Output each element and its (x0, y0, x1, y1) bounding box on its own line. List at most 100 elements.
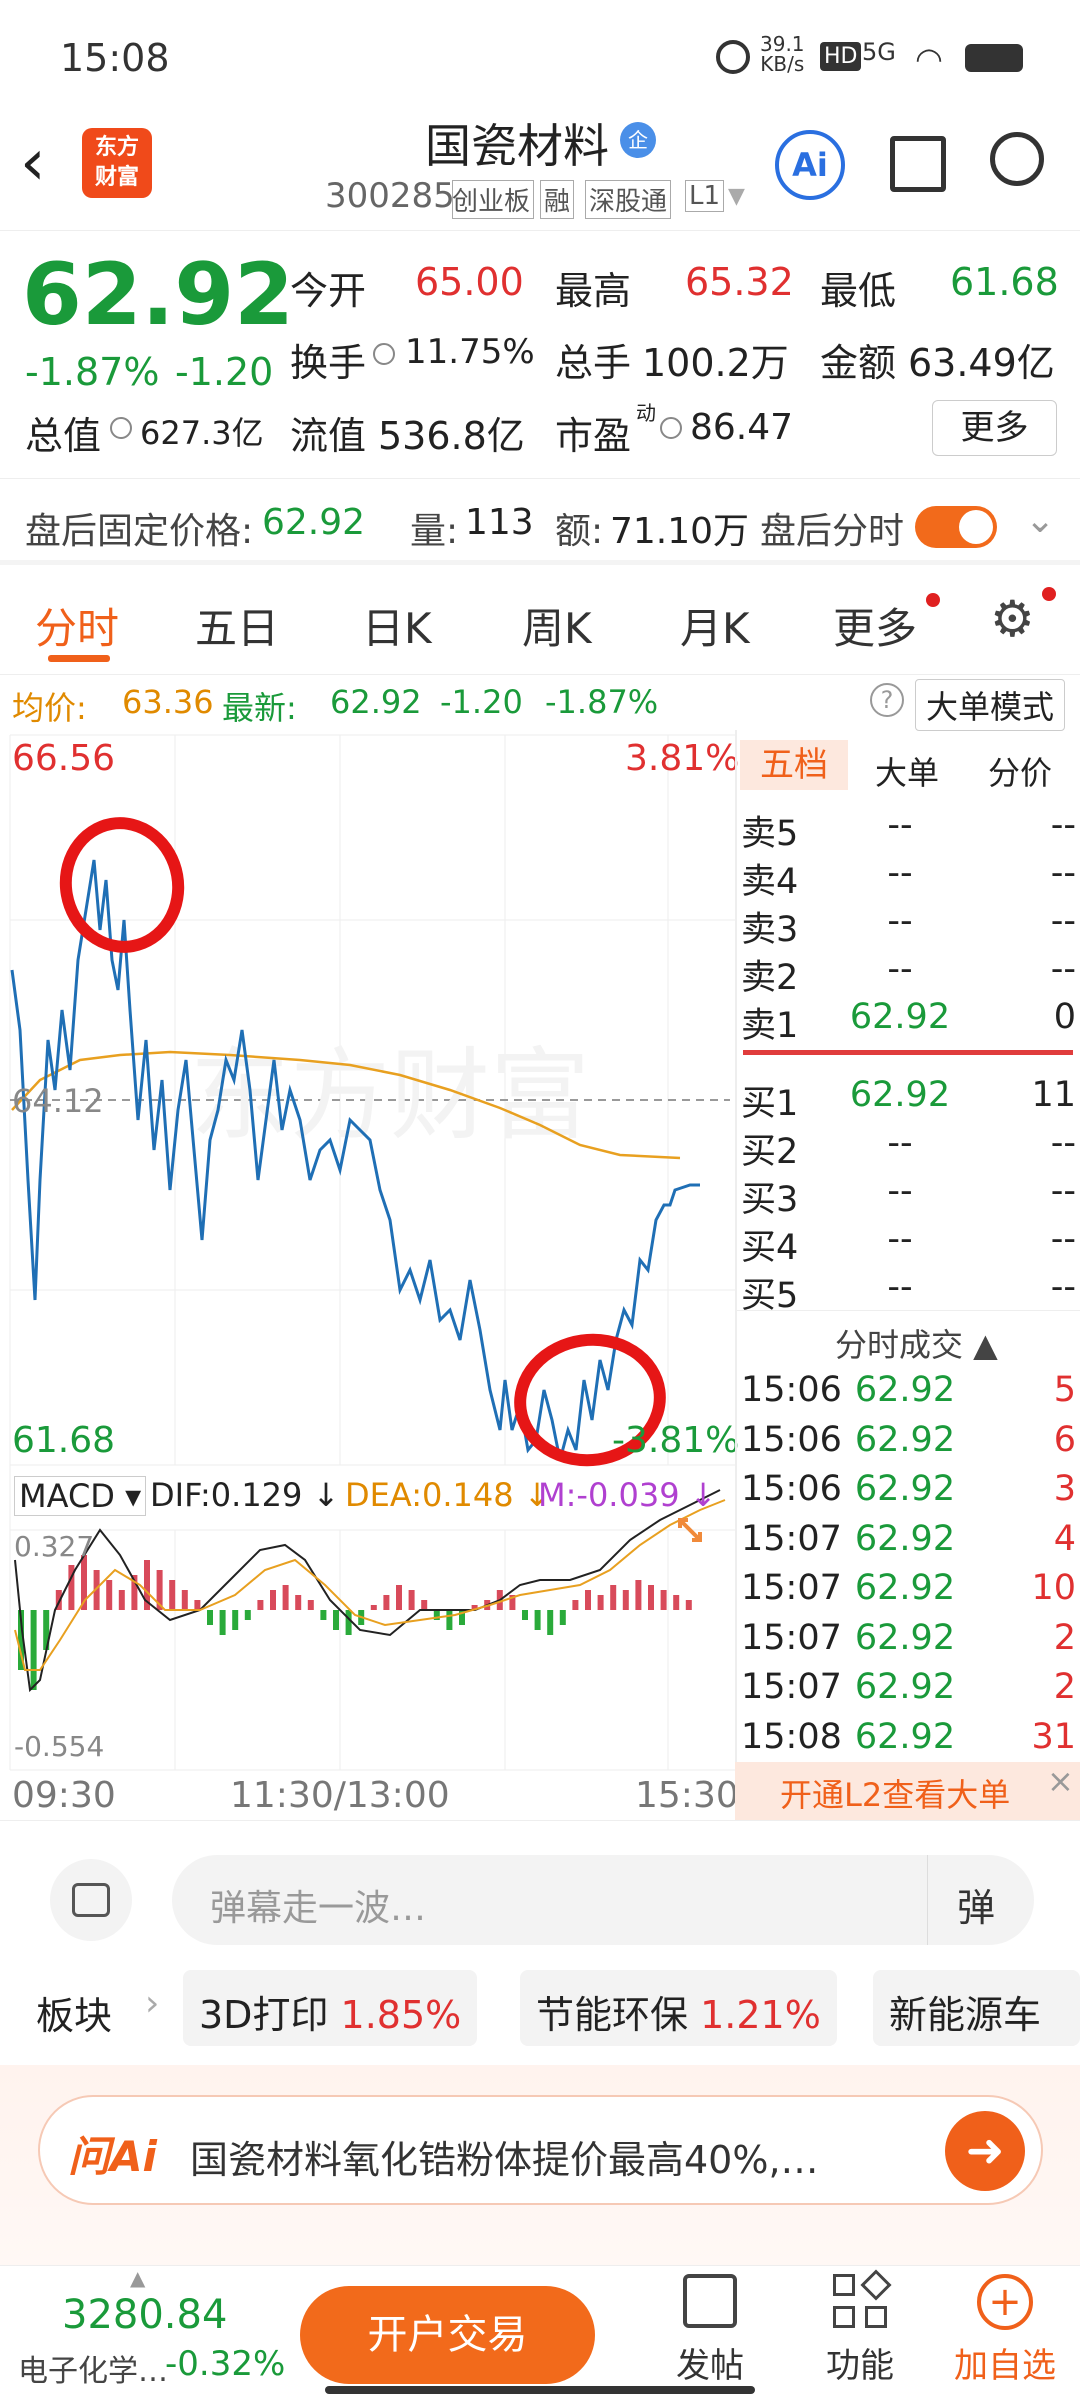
edit-icon (683, 2274, 737, 2328)
sector-name: 节能环保 (536, 1993, 689, 2037)
open-value: 65.00 (415, 260, 524, 304)
danmu-input[interactable]: 弹幕走一波… 弹 (172, 1855, 1034, 1945)
level-price: 62.92 (854, 1469, 956, 1509)
intraday-chart-area: 东方财富 66.56 3.81% 64.12 61.68 -3.81% MACD… (0, 730, 739, 1820)
tab-more[interactable]: 更多 (833, 595, 917, 656)
function-button[interactable]: 功能 (815, 2269, 905, 2387)
after-amt: 71.10万 (610, 511, 750, 552)
sector-pct: 1.85% (340, 1993, 462, 2037)
level-price: -- (887, 805, 913, 845)
level-volume: -- (1050, 949, 1076, 989)
tab-five-day[interactable]: 五日 (195, 595, 279, 656)
level-label: 卖5 (741, 814, 799, 854)
sector-chip-new-energy-vehicle[interactable]: 新能源车 (873, 1970, 1080, 2046)
help-icon[interactable]: ? (870, 683, 904, 717)
chart-max-pct: 3.81% (625, 738, 740, 779)
expand-up-icon[interactable]: ▲ (130, 2266, 145, 2290)
after-toggle-label: 盘后分时 (760, 511, 905, 552)
ask-row: 卖1 62.92 0 (735, 997, 1080, 1046)
level-volume: 2 (1053, 1617, 1076, 1658)
ai-icon[interactable]: Ai (775, 130, 845, 200)
tab-intraday[interactable]: 分时 (35, 595, 119, 656)
level-price: -- (887, 1123, 913, 1163)
tag-margin: 融 (540, 180, 575, 219)
book-tab-five-level[interactable]: 五档 (740, 740, 848, 790)
close-icon[interactable]: × (1047, 1762, 1074, 1800)
level-price: 62.92 (854, 1716, 956, 1757)
avg-price: 63.36 (122, 683, 214, 721)
level-price: 62.92 (854, 1667, 956, 1707)
ai-news-text: 国瓷材料氧化锆粉体提价最高40%,… (190, 2138, 819, 2182)
macd-bar (270, 1590, 276, 1610)
gear-icon[interactable]: ⚙ (990, 590, 1035, 648)
chevron-down-icon[interactable]: ⌄ (1025, 500, 1055, 541)
app-logo: 东方 财富 (82, 128, 152, 198)
macd-bar (648, 1585, 654, 1610)
level-volume: -- (1050, 853, 1076, 893)
float-value: 536.8亿 (378, 414, 525, 458)
level-price: -- (887, 949, 913, 989)
danmu-toggle-button[interactable]: 弹 (957, 1877, 995, 1932)
macd-bar (30, 1610, 37, 1690)
intraday-chart-svg[interactable]: 东方财富 (0, 730, 735, 1820)
arrow-right-icon[interactable]: ➜ (945, 2111, 1025, 2191)
l2-banner[interactable]: 开通L2查看大单 × (735, 1762, 1080, 1820)
macd-selector[interactable]: MACD ▾ (14, 1476, 147, 1516)
ask-row: 卖4 -- -- (735, 853, 1080, 902)
plus-circle-icon: + (977, 2274, 1033, 2330)
more-button[interactable]: 更多 (932, 400, 1057, 456)
search-icon[interactable] (990, 132, 1044, 186)
info-icon[interactable] (373, 343, 395, 365)
macd-bar (685, 1600, 692, 1610)
danmu-settings-icon[interactable] (50, 1859, 132, 1941)
sector-chip-energy-saving[interactable]: 节能环保 1.21% (520, 1970, 837, 2046)
info-icon[interactable] (110, 417, 132, 439)
trade-time: 15:07 (741, 1518, 842, 1559)
logo-line2: 财富 (94, 165, 139, 190)
macd-bar (396, 1585, 402, 1610)
ai-news-card[interactable]: 问Ai 国瓷材料氧化锆粉体提价最高40%,… ➜ (38, 2095, 1043, 2205)
trades-title[interactable]: 分时成交 ▲ (835, 1320, 998, 1366)
add-watchlist-button[interactable]: + 加自选 (950, 2274, 1060, 2387)
high-label: 最高 (555, 269, 632, 313)
time-axis-start: 09:30 (12, 1775, 116, 1816)
share-icon[interactable] (890, 136, 946, 192)
stock-code: 300285 (325, 176, 455, 216)
tab-daily-k[interactable]: 日K (362, 595, 432, 656)
avg-label: 均价: (12, 689, 87, 727)
big-order-mode-button[interactable]: 大单模式 (915, 679, 1066, 731)
index-value[interactable]: 3280.84 (62, 2292, 227, 2338)
trade-time: 15:08 (741, 1716, 842, 1757)
tab-weekly-k[interactable]: 周K (522, 595, 592, 656)
trade-row: 15:07 62.92 4 (735, 1519, 1080, 1569)
sector-chip-3d-printing[interactable]: 3D打印 1.85% (183, 1970, 478, 2046)
level-price: -- (887, 853, 913, 893)
trade-time: 15:06 (741, 1370, 842, 1410)
tag-level1: L1 (685, 180, 725, 212)
stock-header: ‹ 东方 财富 国瓷材料 企 300285 创业板 融 深股通 L1 ▼ Ai (0, 110, 1080, 230)
info-icon[interactable] (660, 417, 682, 439)
open-account-trade-button[interactable]: 开户交易 (300, 2286, 595, 2384)
trade-row: 15:08 62.92 31 (735, 1717, 1080, 1767)
tag-chinext: 创业板 (452, 180, 534, 219)
battery-icon (965, 44, 1023, 72)
macd-bar (522, 1610, 528, 1620)
macd-bar (345, 1610, 352, 1635)
danmu-bar: 弹幕走一波… 弹 (0, 1820, 1080, 1965)
sector-pct: 1.21% (700, 1993, 821, 2037)
level-label: 卖2 (741, 958, 799, 998)
open-label: 今开 (290, 269, 367, 313)
divider (0, 230, 1080, 231)
post-button[interactable]: 发帖 (665, 2274, 755, 2387)
stock-name: 国瓷材料 (425, 119, 609, 173)
pe-value: 86.47 (690, 407, 794, 448)
chevron-right-icon[interactable]: › (145, 1983, 159, 2024)
after-toggle[interactable] (915, 506, 997, 548)
tab-monthly-k[interactable]: 月K (680, 595, 750, 656)
level-label: 卖1 (741, 1006, 799, 1046)
back-icon[interactable]: ‹ (20, 126, 46, 200)
book-tab-big-order[interactable]: 大单 (875, 748, 939, 794)
tags-dropdown-icon[interactable]: ▼ (728, 184, 745, 209)
macd-histogram (18, 1555, 692, 1690)
book-tab-price-split[interactable]: 分价 (988, 748, 1052, 794)
